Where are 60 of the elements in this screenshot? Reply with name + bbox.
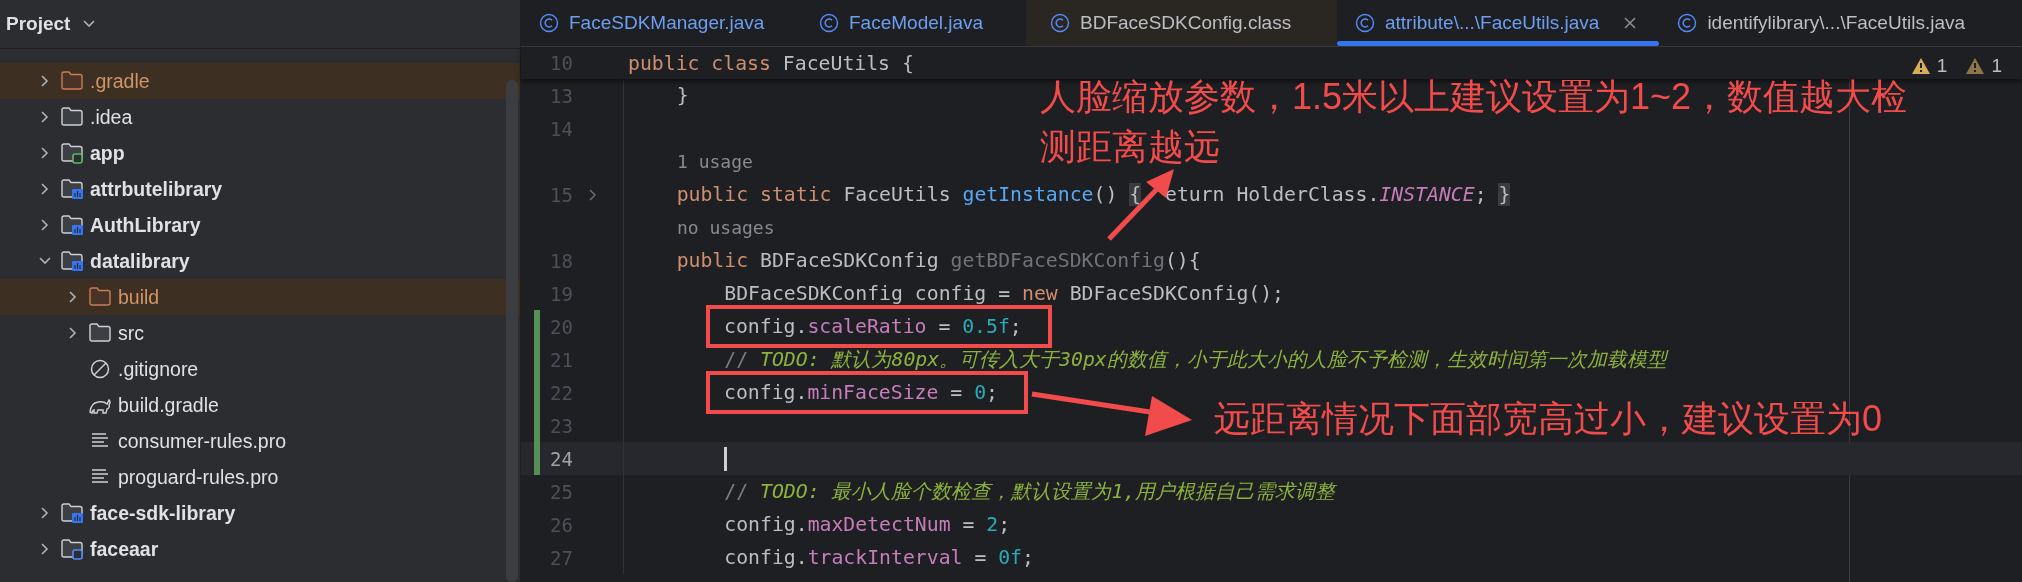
editor-tab[interactable]: identifylibrary\...\FaceUtils.java <box>1659 0 1988 46</box>
module-folder-icon <box>60 502 84 524</box>
code-line: BDFaceSDKConfig config = new BDFaceSDKConfig(); <box>723 282 1285 305</box>
line-number: 24 <box>549 447 573 470</box>
tree-item[interactable]: .idea <box>90 105 133 129</box>
code-line: public class FaceUtils { <box>628 51 914 75</box>
module-folder-icon <box>60 538 84 560</box>
folder-icon <box>60 70 84 92</box>
editor-tab[interactable]: FaceModel.java <box>801 0 1026 46</box>
tree-item[interactable]: proguard-rules.pro <box>118 465 279 489</box>
close-icon[interactable] <box>1623 16 1638 30</box>
tree-item[interactable]: .gradle <box>90 69 150 93</box>
module-folder-icon <box>60 178 84 200</box>
code-line: config.minFaceSize = 0; <box>724 381 998 404</box>
annotation-text: 人脸缩放参数，1.5米以上建议设置为1~2，数值越大检测距离越远 <box>1040 75 1909 169</box>
tree-item[interactable]: attrbutelibrary <box>90 177 223 201</box>
code-line: config.scaleRatio = 0.5f; <box>724 315 1022 338</box>
fold-chevron-icon[interactable] <box>588 187 598 202</box>
code-line: config.trackInterval = 0f; <box>723 546 1034 569</box>
module-folder-icon <box>60 142 84 164</box>
scrollbar[interactable] <box>506 80 518 582</box>
class-icon <box>819 13 839 33</box>
warning-count: 1 <box>1991 55 2002 77</box>
tree-item[interactable]: app <box>90 141 125 165</box>
tree-item[interactable]: .gitignore <box>118 357 199 381</box>
code-line: // TODO: 默认为80px。可传入大于30px的数值，小于此大小的人脸不予检测，生效时间第一次加载模型 <box>723 347 1667 373</box>
annotation-text: 远距离情况下面部宽高过小，建议设置为0 <box>1214 397 1883 441</box>
warning-count: 1 <box>1936 55 1948 77</box>
tree-item[interactable]: consumer-rules.pro <box>118 429 286 453</box>
usage-hint[interactable]: 1 usage <box>677 151 753 172</box>
class-icon <box>1355 13 1375 33</box>
class-icon <box>539 13 559 33</box>
ignore-icon <box>88 358 112 380</box>
code-line: // TODO: 最小人脸个数检查，默认设置为1,用户根据自己需求调整 <box>723 479 1336 505</box>
usage-hint[interactable]: no usages <box>677 217 775 238</box>
tree-item[interactable]: faceaar <box>90 537 159 561</box>
folder-icon <box>60 106 84 128</box>
code-line: config.maxDetectNum = 2; <box>723 513 1011 536</box>
class-icon <box>1050 13 1070 33</box>
editor-tab[interactable]: attribute\...\FaceUtils.java <box>1337 0 1660 46</box>
code-line: } <box>675 84 689 107</box>
warning-icon[interactable] <box>1910 57 1931 75</box>
panel-title[interactable]: Project <box>6 13 71 35</box>
tree-item[interactable]: src <box>118 321 144 345</box>
text-cursor <box>724 446 727 471</box>
folder-icon <box>88 286 112 308</box>
tree-item[interactable]: build.gradle <box>118 393 219 417</box>
class-icon <box>1677 13 1698 33</box>
warning-icon[interactable] <box>1965 57 1986 75</box>
tree-item[interactable]: build <box>118 285 160 309</box>
chevron-down-icon[interactable] <box>82 19 97 29</box>
editor-tab[interactable]: BDFaceSDKConfig.class <box>1026 0 1337 46</box>
tree-item[interactable]: datalibrary <box>90 249 190 273</box>
module-folder-icon <box>60 214 84 236</box>
code-line: public BDFaceSDKConfig getBDFaceSDKConfig(){ <box>675 249 1201 272</box>
tree-item[interactable]: AuthLibrary <box>90 213 201 237</box>
folder-icon <box>88 322 112 344</box>
tree-item[interactable]: face-sdk-library <box>90 501 236 525</box>
module-folder-icon <box>60 250 84 272</box>
editor-tab[interactable]: FaceSDKManager.java <box>521 0 801 46</box>
